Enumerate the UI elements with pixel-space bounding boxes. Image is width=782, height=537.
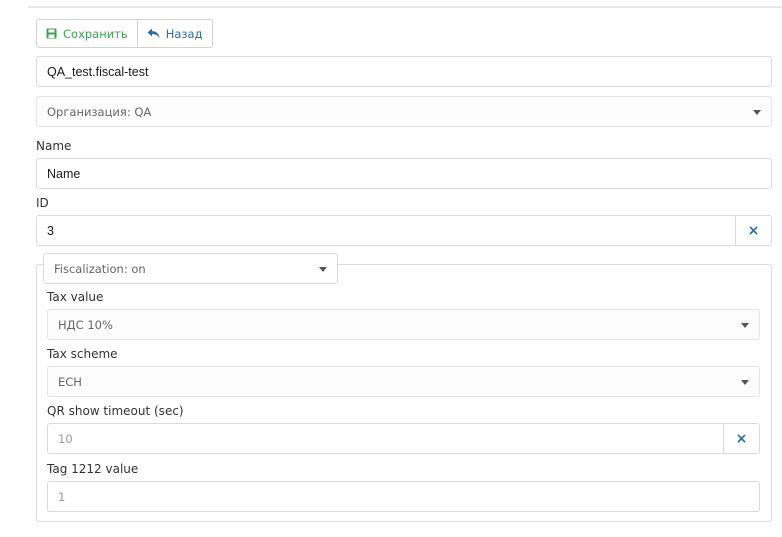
organization-select[interactable]: Организация: QA — [36, 96, 772, 127]
caret-down-icon — [741, 323, 749, 328]
save-button-label: Сохранить — [63, 26, 128, 41]
code-input[interactable]: QA_test.fiscal-test — [36, 56, 772, 87]
fiscalization-select-value: Fiscalization: on — [54, 261, 146, 276]
name-input-value: Name — [47, 166, 81, 181]
floppy-disk-icon — [46, 28, 57, 39]
qr-timeout-input[interactable]: 10 × — [47, 423, 760, 454]
qr-timeout-clear-button[interactable]: × — [723, 424, 759, 453]
tax-value-select-value: НДС 10% — [58, 317, 113, 332]
id-label: ID — [36, 196, 49, 210]
code-input-value: QA_test.fiscal-test — [47, 64, 149, 79]
id-clear-button[interactable]: × — [735, 216, 771, 245]
organization-select-value: Организация: QA — [47, 104, 152, 119]
caret-down-icon — [319, 267, 327, 272]
qr-timeout-label: QR show timeout (sec) — [47, 404, 184, 418]
back-button-label: Назад — [165, 26, 203, 41]
name-input[interactable]: Name — [36, 158, 772, 189]
tax-value-label: Tax value — [47, 290, 104, 304]
tag1212-label: Tag 1212 value — [47, 462, 139, 476]
id-input-value: 3 — [47, 223, 54, 238]
id-input[interactable]: 3 × — [36, 215, 772, 246]
tag1212-input-value: 1 — [58, 489, 66, 504]
back-button[interactable]: Назад — [137, 19, 213, 48]
tax-scheme-select[interactable]: ЕСН — [47, 366, 760, 397]
close-icon: × — [747, 222, 760, 239]
qr-timeout-input-value: 10 — [58, 431, 73, 446]
toolbar: Сохранить Назад — [36, 19, 213, 48]
fiscalization-select[interactable]: Fiscalization: on — [43, 253, 338, 284]
reply-arrow-icon — [147, 28, 160, 38]
name-label: Name — [36, 139, 72, 153]
close-icon: × — [735, 430, 748, 447]
tax-value-select[interactable]: НДС 10% — [47, 309, 760, 340]
caret-down-icon — [753, 110, 761, 115]
save-button[interactable]: Сохранить — [36, 19, 138, 48]
top-divider — [28, 6, 782, 8]
tax-scheme-label: Tax scheme — [47, 347, 118, 361]
tax-scheme-select-value: ЕСН — [58, 374, 82, 389]
tag1212-input[interactable]: 1 — [47, 481, 760, 512]
caret-down-icon — [741, 380, 749, 385]
